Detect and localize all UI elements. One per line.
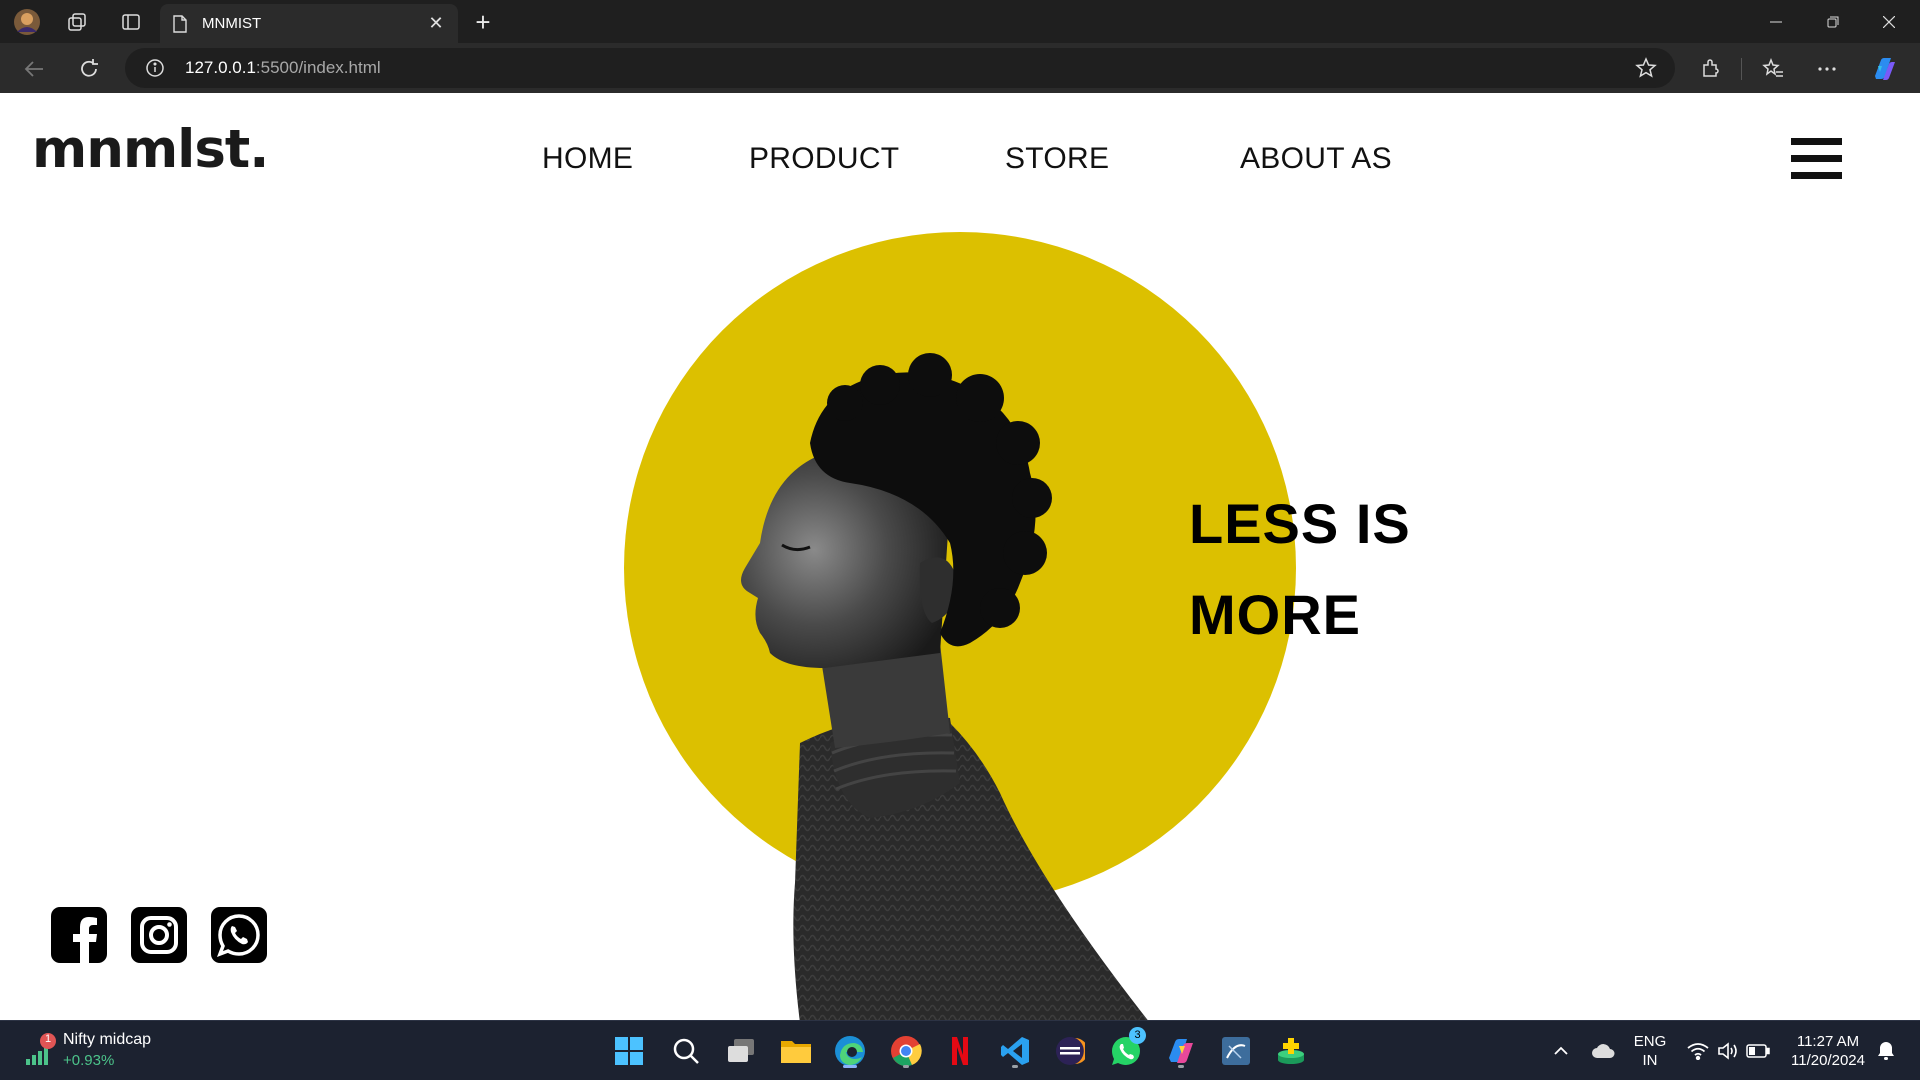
profile-avatar[interactable] [13, 8, 41, 36]
browser-titlebar: MNMIST ✕ + [0, 0, 1920, 43]
clock-date: 11/20/2024 [1791, 1052, 1865, 1069]
edge-browser-icon[interactable] [830, 1031, 870, 1071]
tab-title: MNMIST [202, 15, 262, 32]
open-indicator [1178, 1065, 1184, 1068]
copilot-icon[interactable] [1867, 52, 1901, 86]
hero-headline-line2: MORE [1189, 583, 1361, 646]
favorite-star-icon[interactable] [1635, 57, 1657, 84]
stock-widget[interactable]: 1 Nifty midcap +0.93% [22, 1029, 182, 1073]
refresh-icon[interactable] [72, 52, 106, 86]
search-icon[interactable] [666, 1031, 706, 1071]
db-tool-icon[interactable] [1271, 1031, 1311, 1071]
widget-change: +0.93% [63, 1052, 115, 1069]
whatsapp-app-icon[interactable]: 3 [1106, 1027, 1146, 1071]
page-icon [173, 14, 187, 33]
extensions-icon[interactable] [1694, 52, 1728, 86]
site-info-icon[interactable] [145, 58, 165, 78]
restore-icon[interactable] [1810, 8, 1856, 36]
hero-person-image [741, 353, 1148, 1020]
copilot-app-icon[interactable] [1161, 1031, 1201, 1071]
address-bar[interactable]: 127.0.0.1:5500/index.html [125, 48, 1675, 88]
open-indicator [1012, 1065, 1018, 1068]
close-window-icon[interactable] [1866, 8, 1912, 36]
back-icon[interactable] [17, 52, 51, 86]
clock[interactable]: 11:27 AM 11/20/2024 [1780, 1032, 1876, 1070]
whatsapp-icon[interactable] [211, 907, 267, 963]
url-host: 127.0.0.1 [185, 58, 256, 77]
notification-bell-icon[interactable] [1873, 1031, 1899, 1071]
language-line2: IN [1642, 1052, 1658, 1069]
wifi-icon[interactable] [1685, 1031, 1711, 1071]
hamburger-menu-icon[interactable] [1791, 138, 1842, 180]
facebook-icon[interactable] [51, 907, 107, 963]
browser-toolbar: 127.0.0.1:5500/index.html [0, 43, 1920, 93]
language-line1: ENG [1633, 1033, 1667, 1050]
active-tab[interactable]: MNMIST ✕ [160, 4, 458, 43]
netflix-icon[interactable] [940, 1031, 980, 1071]
hero-headline-line1: LESS IS [1189, 492, 1411, 555]
workspaces-icon[interactable] [63, 8, 91, 36]
instagram-icon[interactable] [131, 907, 187, 963]
widget-title: Nifty midcap [63, 1031, 152, 1048]
start-icon[interactable] [609, 1031, 649, 1071]
windows-taskbar: 1 Nifty midcap +0.93% 3 ENG IN 11:27 AM … [0, 1020, 1920, 1080]
new-tab-button[interactable]: + [468, 7, 498, 38]
clock-time: 11:27 AM [1796, 1033, 1860, 1050]
active-indicator [843, 1065, 857, 1068]
nav-about[interactable]: ABOUT AS [1240, 142, 1392, 176]
battery-icon[interactable] [1745, 1031, 1771, 1071]
web-page: mnmlst. HOME PRODUCT STORE ABOUT AS LESS… [0, 93, 1920, 1020]
nav-product[interactable]: PRODUCT [749, 142, 899, 176]
chevron-up-icon[interactable] [1551, 1031, 1571, 1071]
onedrive-cloud-icon[interactable] [1588, 1031, 1618, 1071]
open-indicator [903, 1065, 909, 1068]
language-indicator[interactable]: ENG IN [1630, 1032, 1670, 1070]
tab-close-icon[interactable]: ✕ [426, 13, 446, 34]
url-path: :5500/index.html [255, 58, 381, 77]
file-explorer-icon[interactable] [776, 1031, 816, 1071]
more-options-icon[interactable] [1810, 52, 1844, 86]
chrome-icon[interactable] [886, 1031, 926, 1071]
nav-home[interactable]: HOME [542, 142, 633, 176]
volume-icon[interactable] [1715, 1031, 1741, 1071]
whatsapp-badge: 3 [1129, 1027, 1146, 1044]
toolbar-divider [1741, 58, 1742, 80]
site-logo[interactable]: mnmlst. [32, 119, 269, 180]
eclipse-icon[interactable] [1050, 1031, 1090, 1071]
mysql-workbench-icon[interactable] [1216, 1031, 1256, 1071]
minimize-icon[interactable] [1753, 8, 1799, 36]
vscode-icon[interactable] [995, 1031, 1035, 1071]
widget-badge: 1 [44, 1033, 52, 1045]
favorites-icon[interactable] [1756, 52, 1790, 86]
task-view-icon[interactable] [721, 1031, 761, 1071]
nav-store[interactable]: STORE [1005, 142, 1109, 176]
vertical-tabs-icon[interactable] [117, 8, 145, 36]
